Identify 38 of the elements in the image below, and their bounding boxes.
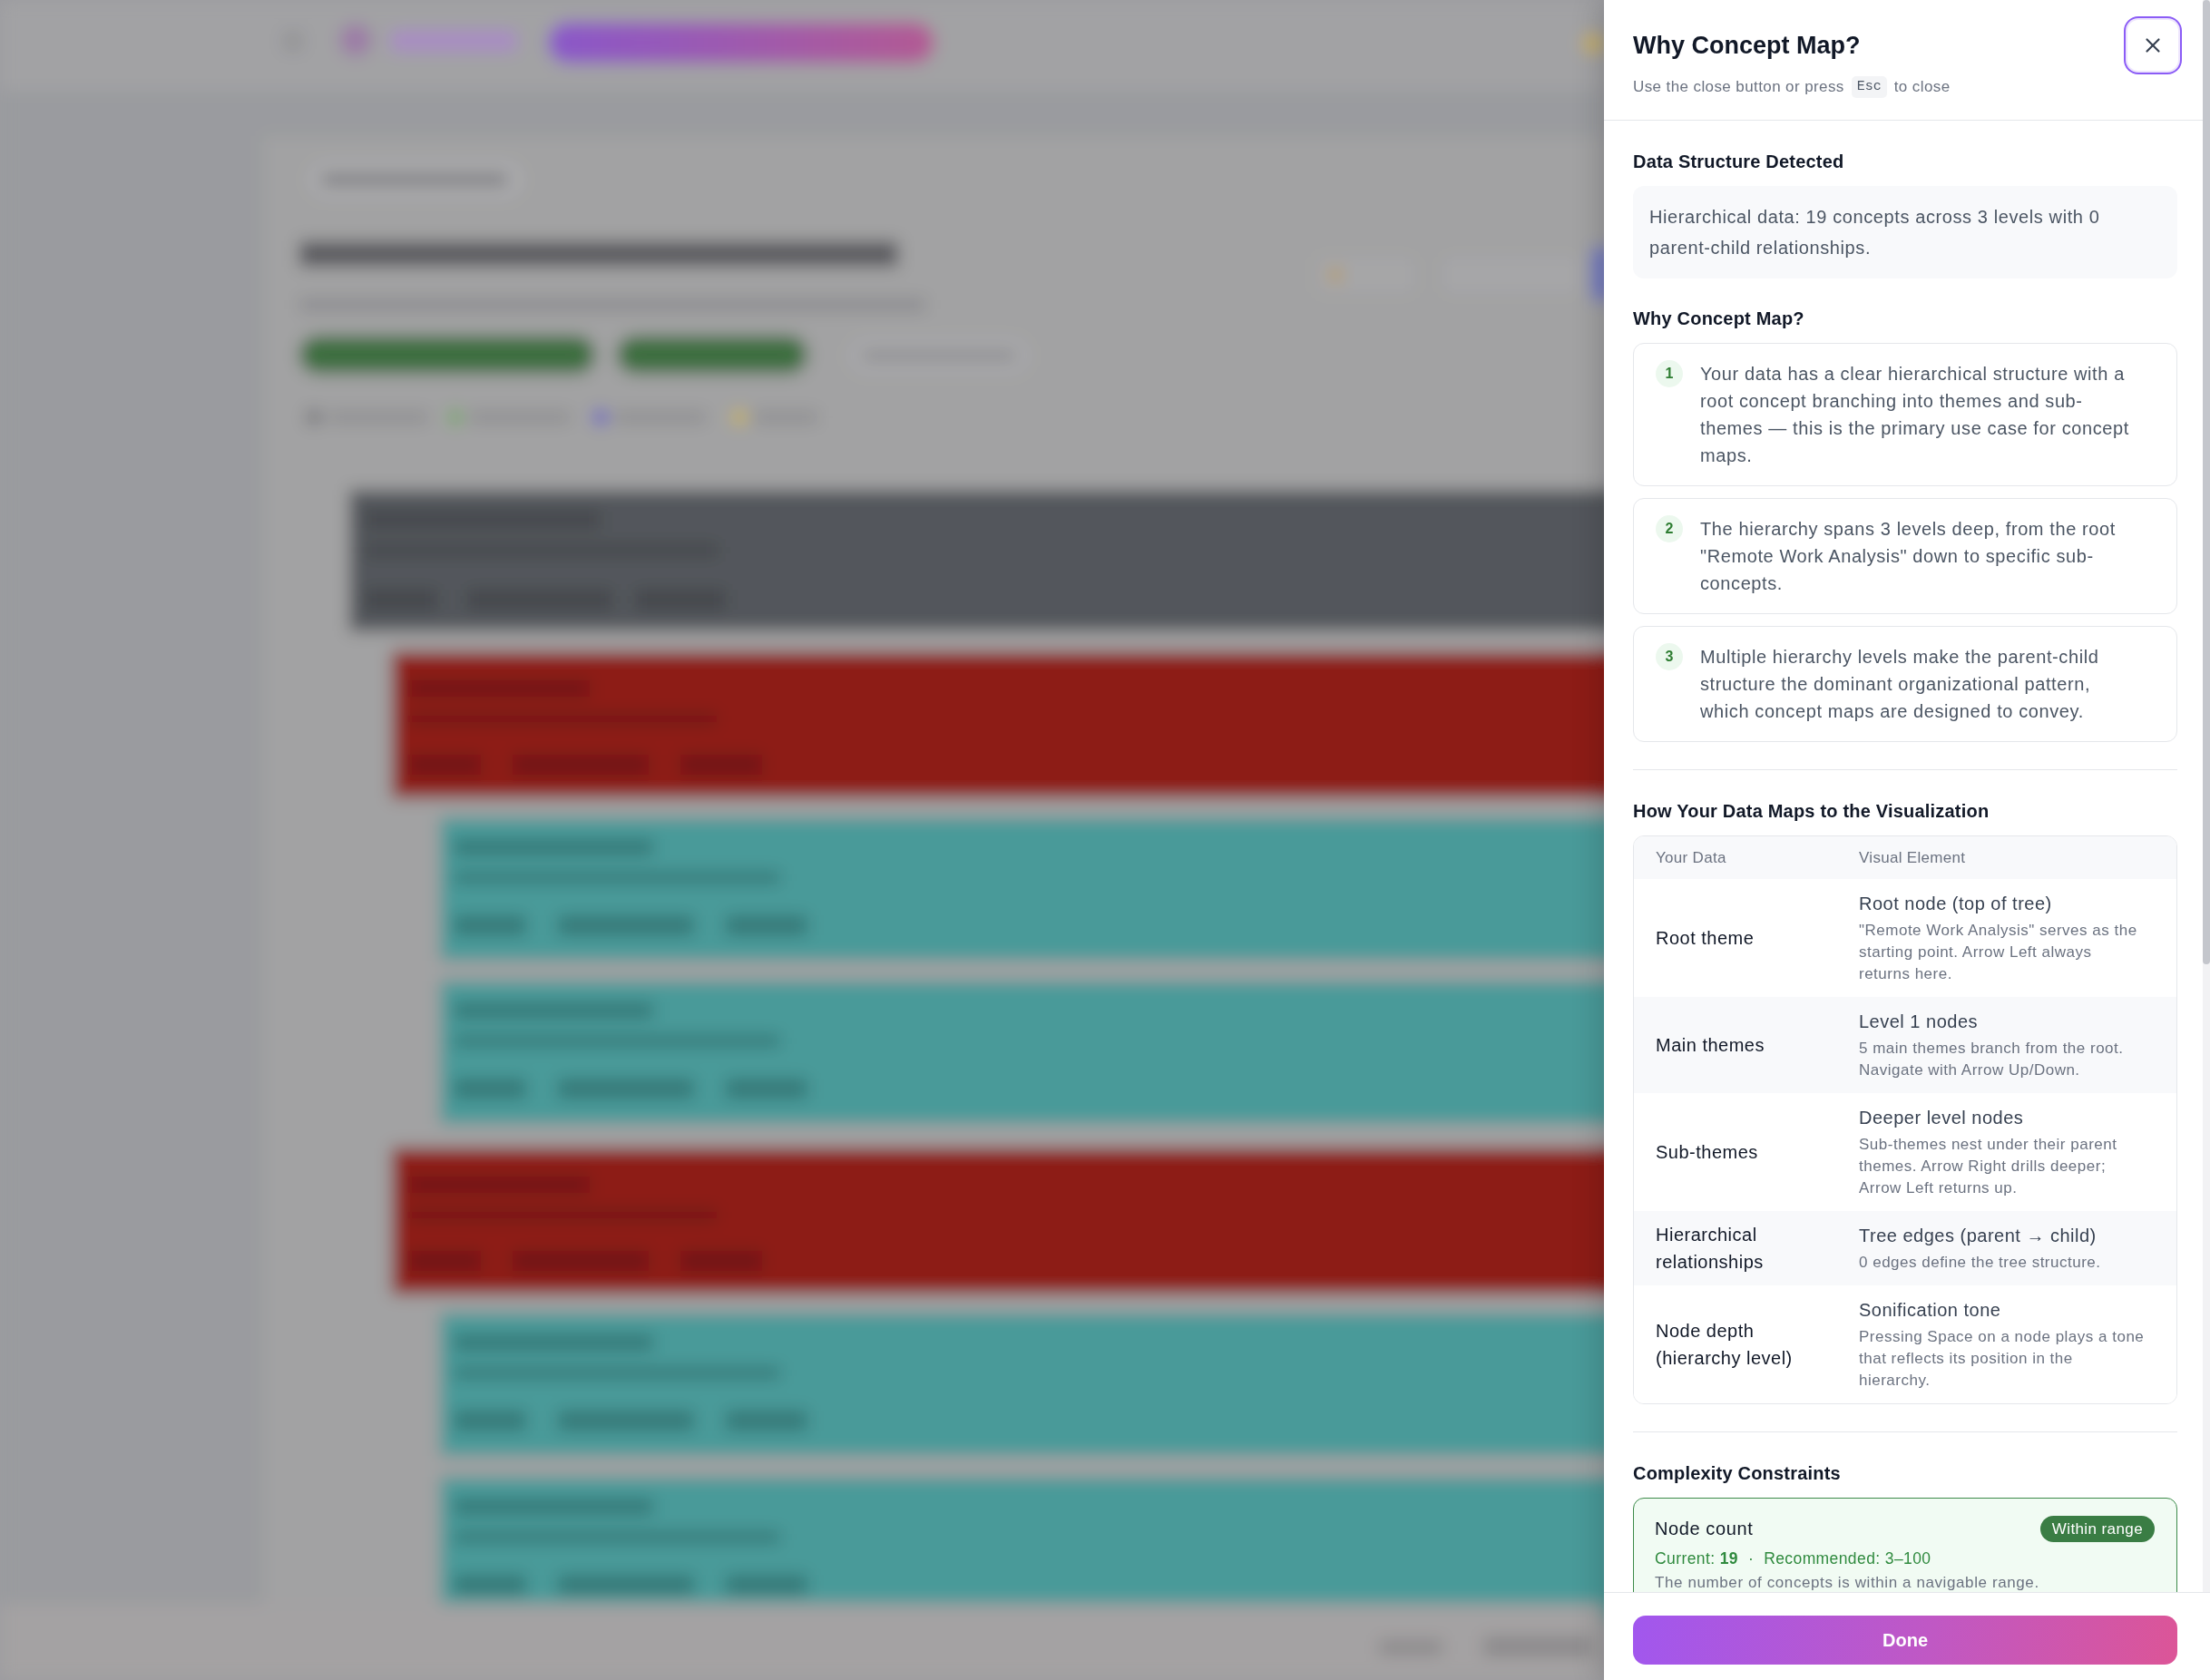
section-heading: Complexity Constraints [1633, 1462, 1842, 1485]
constraint-name: Node count [1655, 1518, 1754, 1540]
step-number: 3 [1656, 643, 1683, 670]
separator: · [1747, 1548, 1755, 1568]
reason-text: Multiple hierarchy levels make the parent-child structure the dominant organizational pattern, which concept maps are designed to convey. [1700, 646, 2100, 723]
structure-summary: Hierarchical data: 19 concepts across 3 levels with 0 parent-child relationships. [1633, 186, 2177, 278]
table-cell-text: Node depth (hierarchy level) [1655, 1320, 1794, 1370]
element-title: Sonification tone [1859, 1299, 2002, 1322]
column-header: Visual Element [1858, 848, 1967, 867]
constraint-note: The number of concepts is within a navigable range. [1655, 1574, 2040, 1592]
esc-key: Esc [1851, 76, 1887, 98]
section-heading: How Your Data Maps to the Visualization [1633, 800, 1990, 823]
element-title: Deeper level nodes [1859, 1107, 2025, 1129]
table-cell-text: Hierarchical relationships [1655, 1224, 1765, 1274]
element-title: Tree edges (parent → child) [1859, 1225, 2098, 1247]
reason-text: The hierarchy spans 3 levels deep, from the root "Remote Work Analysis" down to specific sub-concepts. [1700, 518, 2117, 595]
reason-text: Your data has a clear hierarchical structure with a root concept branching into themes and sub-themes — this is the primary use case for concept maps. [1700, 363, 2130, 467]
hint-text: to close [1893, 77, 1951, 97]
table-cell-text: Main themes [1655, 1034, 1765, 1057]
element-description: 5 main themes branch from the root. Navigate with Arrow Up/Down. [1859, 1039, 2125, 1080]
table-cell-text: Sub-themes [1655, 1141, 1759, 1164]
hint-text: Use the close button or press [1633, 77, 1844, 97]
element-description: "Remote Work Analysis" serves as the starting point. Arrow Left always returns here. [1859, 921, 2138, 984]
element-title: Root node (top of tree) [1859, 893, 2053, 915]
status-badge: Within range [2039, 1515, 2155, 1542]
element-description: 0 edges define the tree structure. [1859, 1253, 2102, 1273]
recommended-range: Recommended: 3–100 [1764, 1548, 1931, 1568]
step-number: 1 [1656, 360, 1683, 387]
element-description: Sub-themes nest under their parent themes. Arrow Right drills deeper; Arrow Left returns up. [1859, 1135, 2118, 1198]
current-value: Current: 19 [1655, 1548, 1738, 1568]
section-heading: Why Concept Map? [1633, 308, 1805, 330]
column-header: Your Data [1655, 848, 1727, 867]
table-cell-text: Root theme [1655, 927, 1755, 950]
element-title: Level 1 nodes [1859, 1011, 1980, 1033]
step-number: 2 [1656, 515, 1683, 542]
section-heading: Data Structure Detected [1633, 151, 1845, 173]
panel-title: Why Concept Map? [1633, 31, 1861, 61]
element-description: Pressing Space on a node plays a tone that reflects its position in the hierarchy. [1859, 1327, 2146, 1391]
